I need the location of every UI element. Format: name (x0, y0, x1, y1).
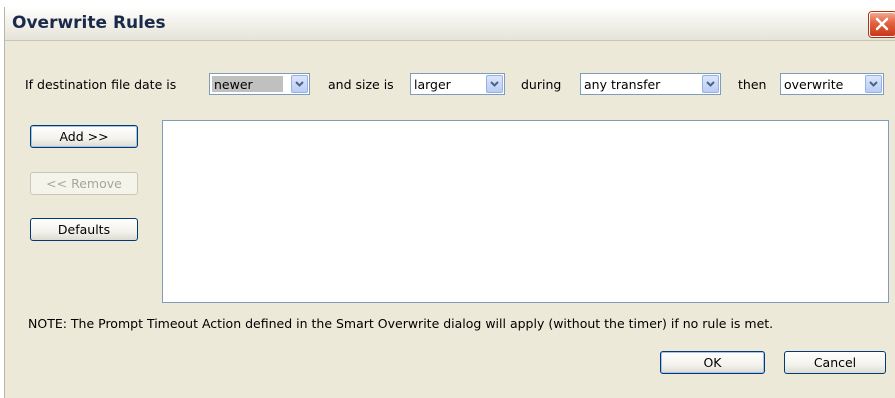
action-label: then (738, 77, 767, 92)
defaults-button[interactable]: Defaults (30, 218, 138, 241)
size-condition-value: larger (414, 77, 451, 92)
date-condition-select[interactable]: newer (209, 73, 310, 95)
action-select[interactable]: overwrite (780, 73, 884, 95)
chevron-down-icon (706, 81, 715, 87)
ok-button[interactable]: OK (660, 351, 765, 374)
chevron-down-icon (295, 81, 304, 87)
title-bar: Overwrite Rules (5, 7, 895, 41)
action-value: overwrite (784, 77, 844, 92)
prompt-timeout-note: NOTE: The Prompt Timeout Action defined … (28, 316, 774, 331)
date-condition-label: If destination file date is (25, 77, 177, 92)
dialog-title: Overwrite Rules (12, 13, 166, 33)
transfer-type-dropdown-button[interactable] (702, 75, 719, 93)
action-dropdown-button[interactable] (865, 75, 882, 93)
remove-rule-button[interactable]: << Remove (30, 172, 138, 195)
overwrite-rules-dialog: Overwrite Rules If destination file date… (4, 7, 895, 398)
rules-list[interactable] (162, 120, 889, 303)
cancel-button[interactable]: Cancel (784, 351, 886, 374)
close-icon (875, 17, 889, 31)
transfer-type-select[interactable]: any transfer (580, 73, 721, 95)
rule-builder-row: If destination file date is newer and si… (5, 73, 895, 97)
size-condition-label: and size is (328, 77, 394, 92)
size-condition-select[interactable]: larger (410, 73, 505, 95)
transfer-type-label: during (521, 77, 562, 92)
close-button[interactable] (869, 12, 895, 37)
chevron-down-icon (869, 81, 878, 87)
size-condition-dropdown-button[interactable] (486, 75, 503, 93)
transfer-type-value: any transfer (584, 77, 661, 92)
add-rule-button[interactable]: Add >> (30, 125, 138, 148)
date-condition-value: newer (212, 76, 283, 92)
chevron-down-icon (490, 81, 499, 87)
date-condition-dropdown-button[interactable] (291, 75, 308, 93)
